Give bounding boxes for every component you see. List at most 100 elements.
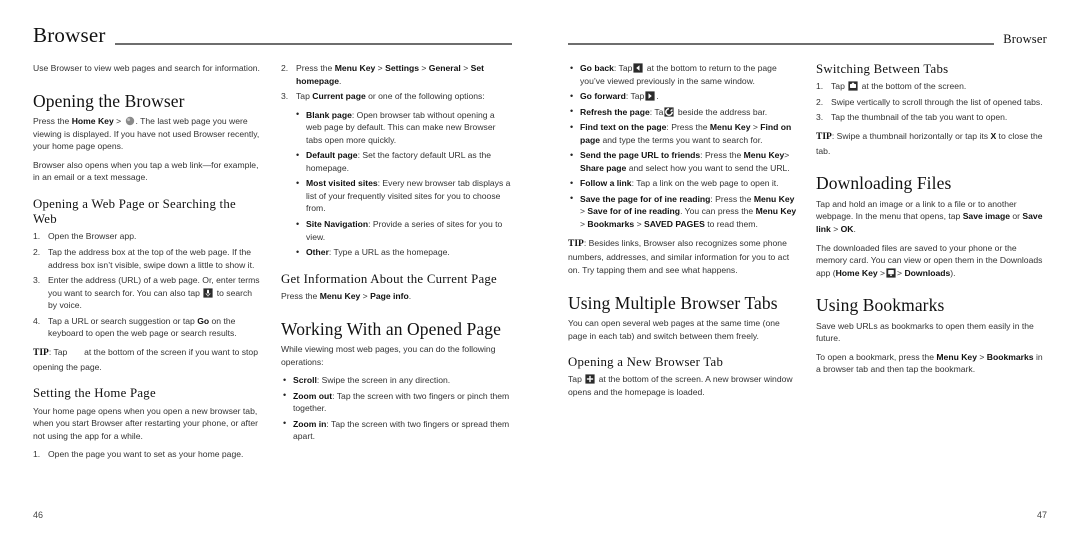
browser-globe-icon [125, 116, 135, 126]
list-item: Zoom out: Tap the screen with two finger… [281, 389, 511, 415]
list-item: Scroll: Swipe the screen in any directio… [281, 374, 511, 387]
two-page-spread: Browser Use Browser to view web pages an… [0, 0, 1080, 539]
action-text: > [784, 150, 790, 161]
menu-key-label: Menu Key [334, 63, 376, 73]
operation-text: : Swipe the screen in any direction. [316, 375, 451, 386]
list-item: Zoom in: Tap the screen with two fingers… [281, 417, 511, 443]
step-text: > [419, 63, 429, 73]
text-run: ). [950, 267, 956, 278]
option-label: Other [306, 247, 329, 258]
action-text: . [656, 91, 659, 102]
forward-arrow-icon [645, 91, 655, 101]
step-text: Open the Browser app. [48, 231, 137, 242]
step-text: Tap a URL or search suggestion or tap [48, 315, 198, 326]
action-label: Send the page URL to friends [580, 150, 701, 161]
list-item: Save the page for of ine reading: Press … [568, 192, 798, 231]
page-47-column-2: Switching Between Tabs 1. Tap at the bott… [816, 62, 1046, 405]
list-item: 1. Open the page you want to set as your … [33, 448, 263, 461]
operation-text: : Tap the screen with two fingers or spr… [293, 418, 510, 442]
page-header-right: Browser [568, 22, 1047, 48]
list-item: Go forward: Tap. [568, 90, 798, 103]
tip-stop-opening: TIP: Tap at the bottom of the screen if … [33, 346, 263, 373]
text-run: > [976, 351, 987, 362]
action-label: Go back [580, 63, 614, 73]
tip-text: : Tap [48, 346, 70, 357]
action-text: : Press the [710, 193, 754, 204]
page-46-column-1: Use Browser to view web pages and search… [33, 62, 263, 467]
current-page-label: Current page [312, 91, 366, 102]
multiple-tabs-paragraph: You can open several web pages at the sa… [568, 317, 780, 341]
share-page-label: Share page [580, 162, 627, 173]
bookmarks-label: Bookmarks [587, 219, 635, 230]
setting-home-paragraph: Your home page opens when you open a new… [33, 405, 258, 441]
action-text: : Press the [666, 122, 710, 133]
action-text: and select how you want to send the URL. [626, 162, 790, 173]
header-rule [568, 43, 995, 45]
list-item: 1. Tap at the bottom of the screen. [816, 80, 1046, 93]
save-image-label: Save image [962, 211, 1010, 222]
step-text: Tap [831, 81, 848, 92]
heading-opening-the-browser: Opening the Browser [33, 90, 185, 111]
action-text: and type the terms you want to search fo… [600, 134, 763, 145]
tabs-icon [848, 81, 858, 91]
option-label: Default page [306, 150, 358, 161]
page-info-label: Page info [370, 291, 409, 301]
bookmarks-paragraph-2: To open a bookmark, press the Menu Key >… [816, 351, 1046, 376]
step-text: Swipe vertically to scroll through the l… [831, 96, 1043, 107]
list-item: 3. Tap Current page or one of the followi… [281, 90, 511, 103]
option-label: Most visited sites [306, 178, 378, 189]
text-run: Tap [568, 374, 585, 385]
heading-switching-between-tabs: Switching Between Tabs [816, 62, 949, 76]
list-item: Go back: Tap at the bottom to return to … [568, 61, 798, 87]
tip-text: : Swipe a thumbnail horizontally or tap … [831, 130, 991, 141]
new-tab-paragraph: Tap at the bottom of the screen. A new b… [568, 373, 798, 398]
action-text: > [750, 122, 761, 133]
list-item: Send the page URL to friends: Press the … [568, 149, 798, 174]
list-item: 2. Tap the address box at the top of the … [33, 246, 263, 271]
page-number: 46 [33, 510, 44, 520]
bookmarks-paragraph-1: Save web URLs as bookmarks to open them … [816, 320, 1034, 344]
opening-browser-paragraph-2: Browser also opens when you tap a web li… [33, 159, 259, 183]
tip-close-tab: TIP: Swipe a thumbnail horizontally or t… [816, 130, 1046, 157]
action-text: . You can press the [680, 206, 756, 217]
step-text: Tap [296, 91, 313, 102]
action-label: Go forward [580, 91, 626, 102]
opening-browser-paragraph-1: Press the Home Key > . The last web page… [33, 115, 263, 153]
step-text: Press the [296, 63, 335, 73]
list-item: Refresh the page: Ta beside the address … [568, 105, 798, 119]
step-marker: 1. [816, 81, 824, 92]
heading-opening-web-page: Opening a Web Page or Searching the Web [33, 196, 236, 227]
switching-tabs-steps: 1. Tap at the bottom of the screen. 2. Swi… [816, 80, 1046, 124]
menu-key-label: Menu Key [936, 351, 977, 362]
refresh-icon [664, 107, 675, 117]
page-47-column-1: Go back: Tap at the bottom to return to … [568, 61, 798, 405]
menu-key-label: Menu Key [753, 193, 795, 204]
step-marker: 3. [816, 112, 824, 123]
heading-downloading-files: Downloading Files [816, 173, 952, 194]
step-marker: 3. [281, 91, 289, 102]
list-item: 1. Open the Browser app. [33, 230, 263, 243]
stop-icon [71, 347, 81, 357]
step-marker: 1. [33, 449, 41, 460]
page-47: Browser Go back: Tap at the bottom to re… [540, 0, 1080, 539]
menu-key-label: Menu Key [709, 122, 751, 133]
action-text: : Tap a link on the web page to open it. [631, 178, 779, 189]
step-text: > [375, 63, 386, 73]
text-run: > [360, 291, 371, 301]
action-text: : Ta [649, 106, 664, 117]
page-number: 47 [1036, 510, 1047, 520]
list-item: 4. Tap a URL or search suggestion or tap … [33, 315, 263, 340]
intro-paragraph: Use Browser to view web pages and search… [33, 63, 260, 73]
header-rule [114, 43, 512, 45]
save-offline-label: Save for of ine reading [587, 206, 681, 217]
go-button-label: Go [197, 315, 210, 326]
text-run: at the bottom of the screen. A new brows… [568, 374, 793, 397]
get-information-paragraph: Press the Menu Key > Page info. [281, 290, 511, 303]
action-text: beside the address bar. [675, 106, 768, 117]
list-item: 2. Press the Menu Key > Settings > Genera… [281, 62, 511, 87]
action-label: Follow a link [580, 178, 632, 189]
step-marker: 2. [33, 246, 41, 257]
homepage-options-list: Blank page: Open browser tab without ope… [281, 108, 511, 259]
running-head: Browser [1003, 31, 1047, 46]
menu-key-label: Menu Key [319, 291, 361, 301]
